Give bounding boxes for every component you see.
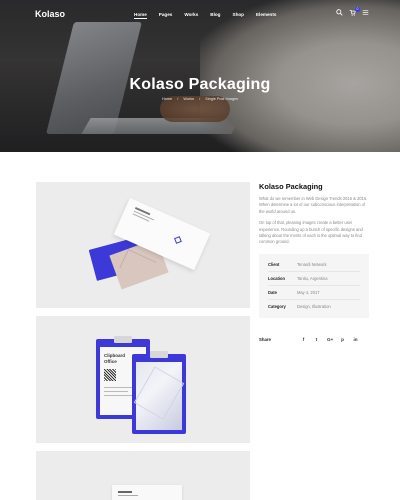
gallery-image-envelope-flat[interactable] bbox=[36, 451, 250, 500]
menu-item-home[interactable]: Home bbox=[134, 12, 147, 19]
share-icons: f t G+ p in bbox=[301, 337, 358, 342]
clipboard-title-line1: Clipboard bbox=[104, 353, 125, 358]
top-navbar: Kolaso Home Pages Works Blog Shop Elemen… bbox=[0, 0, 400, 28]
share-label: Share bbox=[259, 337, 271, 342]
info-label: Location bbox=[268, 275, 286, 281]
site-logo[interactable]: Kolaso bbox=[35, 9, 65, 19]
linkedin-icon[interactable]: in bbox=[353, 337, 358, 342]
project-title: Kolaso Packaging bbox=[259, 182, 323, 191]
menu-item-elements[interactable]: Elements bbox=[256, 12, 276, 19]
menu-item-shop[interactable]: Shop bbox=[233, 12, 244, 19]
info-value: Design, Illustration bbox=[297, 304, 331, 310]
page-title: Kolaso Packaging bbox=[129, 76, 271, 93]
menu-item-blog[interactable]: Blog bbox=[210, 12, 220, 19]
twitter-icon[interactable]: t bbox=[314, 337, 319, 342]
clip-icon bbox=[150, 351, 168, 358]
project-info-box: Client Tenardi Network Location Tanitu, … bbox=[259, 253, 369, 318]
info-label: Date bbox=[268, 289, 277, 295]
info-label: Client bbox=[268, 261, 280, 267]
flat-envelope-mockup bbox=[112, 485, 182, 500]
cart-icon[interactable]: 0 bbox=[349, 7, 360, 16]
info-value: May 4, 2017 bbox=[297, 289, 320, 295]
info-value: Tanitu, Argentina bbox=[297, 275, 328, 281]
menu-item-pages[interactable]: Pages bbox=[159, 12, 173, 19]
cart-count-badge: 0 bbox=[355, 7, 360, 12]
facebook-icon[interactable]: f bbox=[301, 337, 306, 342]
qr-code-icon bbox=[104, 369, 116, 381]
project-description: What do we remember in Web Design Trends… bbox=[259, 196, 368, 214]
breadcrumb: Home / Works / Single Post Images bbox=[0, 97, 400, 101]
logo-mark-icon bbox=[174, 236, 182, 244]
breadcrumb-separator: / bbox=[199, 97, 201, 101]
project-description: On top of that, pleasing images create a… bbox=[259, 220, 363, 245]
info-row-client: Client Tenardi Network bbox=[268, 258, 360, 272]
main-menu: Home Pages Works Blog Shop Elements bbox=[134, 12, 276, 19]
breadcrumb-separator: / bbox=[177, 97, 179, 101]
menu-icon[interactable] bbox=[362, 9, 369, 16]
info-value: Tenardi Network bbox=[297, 261, 327, 267]
gallery-image-clipboards[interactable]: Clipboard Office bbox=[36, 316, 250, 443]
search-icon[interactable] bbox=[336, 9, 343, 16]
nav-icons: 0 bbox=[336, 7, 369, 16]
google-plus-icon[interactable]: G+ bbox=[327, 337, 333, 342]
breadcrumb-current: Single Post Images bbox=[205, 97, 238, 101]
project-details: Kolaso Packaging What do we remember in … bbox=[259, 182, 369, 318]
breadcrumb-home[interactable]: Home bbox=[162, 97, 172, 101]
clipboard-mockup-back bbox=[132, 351, 186, 434]
clipboard-title-line2: Office bbox=[104, 359, 117, 364]
breadcrumb-works[interactable]: Works bbox=[183, 97, 194, 101]
gallery-image-envelopes[interactable] bbox=[36, 182, 250, 308]
pinterest-icon[interactable]: p bbox=[340, 337, 345, 342]
info-label: Category bbox=[268, 304, 286, 310]
share-bar: Share f t G+ p in bbox=[259, 337, 369, 342]
hero-banner: Kolaso Home Pages Works Blog Shop Elemen… bbox=[0, 0, 400, 152]
info-row-category: Category Design, Illustration bbox=[268, 300, 360, 314]
info-row-location: Location Tanitu, Argentina bbox=[268, 272, 360, 286]
project-gallery: Clipboard Office bbox=[36, 182, 250, 500]
menu-item-works[interactable]: Works bbox=[184, 12, 198, 19]
clip-icon bbox=[114, 336, 132, 343]
info-row-date: Date May 4, 2017 bbox=[268, 286, 360, 300]
